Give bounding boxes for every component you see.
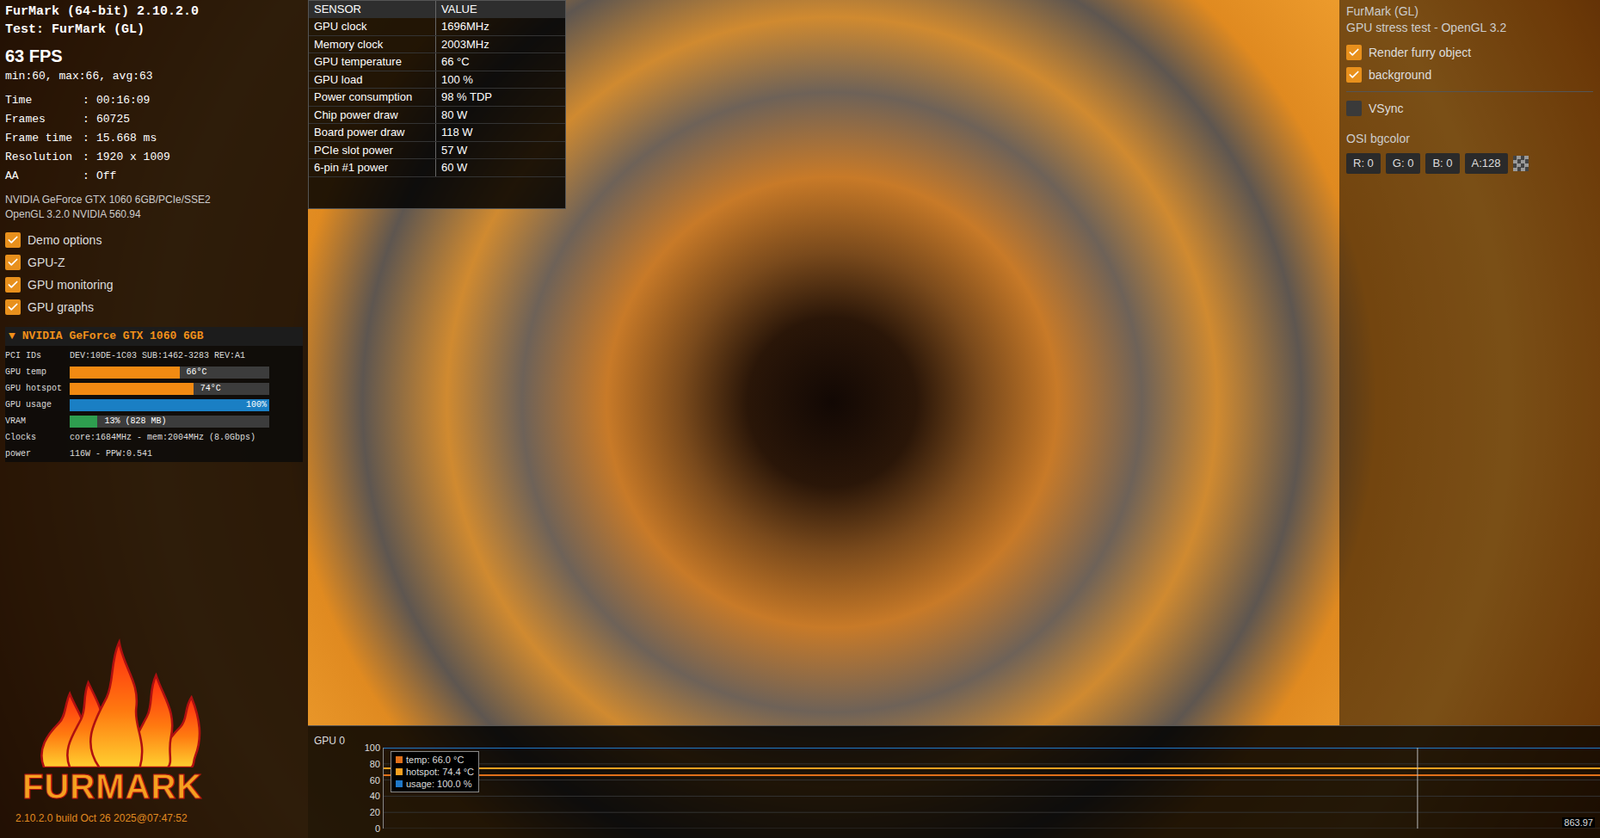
- checkbox[interactable]: [1346, 100, 1362, 117]
- check-icon: [6, 278, 19, 291]
- gpu-stat-bar: 100%: [69, 399, 270, 412]
- build-info: 2.10.2.0 build Oct 26 2025@07:47:52: [5, 810, 303, 838]
- x-reading: 863.97: [1562, 817, 1595, 828]
- checkbox[interactable]: [1346, 44, 1362, 61]
- gpu-stat-row: GPU temp66°C: [5, 363, 303, 381]
- gpu-stat-row: PCI IDsDEV:10DE-1C03 SUB:1462-3283 REV:A…: [5, 347, 303, 364]
- check-icon: [1347, 68, 1360, 81]
- color-field[interactable]: B: 0: [1425, 153, 1459, 174]
- legend-swatch: [395, 756, 403, 764]
- bgcolor-fields: R: 0G: 0B: 0A:128: [1346, 153, 1594, 174]
- option-checkbox-row[interactable]: GPU graphs: [5, 295, 303, 319]
- gpu-stat-bar: 13% (828 MB): [69, 415, 270, 428]
- color-field[interactable]: R: 0: [1346, 153, 1381, 174]
- gpu-stat-row: power116W - PPW:0.541: [5, 445, 303, 462]
- test-name: Test: FurMark (GL): [5, 20, 303, 40]
- legend-item: usage: 100.0 %: [395, 777, 474, 790]
- bar-fill: [69, 415, 98, 428]
- color-field[interactable]: G: 0: [1385, 153, 1422, 174]
- sensor-row: GPU load100 %: [308, 71, 566, 90]
- gpu-stat-row: GPU hotspot74°C: [5, 380, 303, 397]
- right-panel: FurMark (GL)GPU stress test - OpenGL 3.2…: [1339, 0, 1600, 726]
- panel-subtitle: GPU stress test - OpenGL 3.2: [1346, 19, 1594, 37]
- graph-title: GPU 0: [307, 726, 362, 838]
- collapse-icon[interactable]: ▼: [8, 327, 16, 345]
- gpu-stat-row: VRAM13% (828 MB): [5, 412, 303, 430]
- series-lines: [383, 747, 1600, 829]
- app-title: FurMark (64-bit) 2.10.2.0: [5, 3, 303, 21]
- option-checkbox-row[interactable]: Demo options: [5, 228, 303, 252]
- bgcolor-label: OSI bgcolor: [1346, 129, 1594, 148]
- check-icon: [1347, 46, 1360, 59]
- option-checkbox-row[interactable]: GPU-Z: [5, 251, 303, 274]
- check-icon: [6, 233, 19, 247]
- sensor-row: Board power draw118 W: [308, 123, 566, 142]
- sensor-row: GPU clock1696MHz: [308, 18, 566, 37]
- legend-item: temp: 66.0 °C: [395, 753, 474, 766]
- gpu-stat-row: GPU usage100%: [5, 396, 303, 413]
- sensor-table: SENSORVALUEGPU clock1696MHzMemory clock2…: [307, 0, 567, 210]
- color-swatch[interactable]: [1513, 155, 1529, 172]
- sensor-table-header: SENSORVALUE: [308, 0, 566, 19]
- sensor-row: Chip power draw80 W: [308, 106, 566, 125]
- checkbox[interactable]: [1346, 67, 1362, 83]
- gpu-panel: ▼NVIDIA GeForce GTX 1060 6GBPCI IDsDEV:1…: [5, 326, 303, 462]
- checkbox[interactable]: [5, 254, 21, 271]
- bar-fill: [69, 399, 270, 412]
- opengl-version: OpenGL 3.2.0 NVIDIA 560.94: [5, 207, 303, 222]
- bar-fill: [69, 366, 180, 379]
- option-checkbox-row[interactable]: VSync: [1346, 97, 1594, 120]
- info-row: AA:Off: [5, 166, 303, 186]
- checkbox[interactable]: [5, 276, 21, 293]
- info-row: Frame time:15.668 ms: [5, 129, 303, 148]
- info-row: Time:00:16:09: [5, 91, 303, 111]
- left-panel: FurMark (64-bit) 2.10.2.0Test: FurMark (…: [0, 0, 308, 838]
- graph-legend: temp: 66.0 °Chotspot: 74.4 °Cusage: 100.…: [390, 750, 480, 793]
- legend-swatch: [395, 768, 403, 776]
- render-view: [566, 0, 1340, 726]
- gpu-name: NVIDIA GeForce GTX 1060 6GB/PCIe/SSE2: [5, 192, 303, 208]
- check-icon: [6, 301, 19, 314]
- fps: 63 FPS: [5, 44, 303, 68]
- info-list: Time:00:16:09Frames:60725Frame time:15.6…: [5, 91, 303, 186]
- gpu-stat-bar: 74°C: [69, 382, 270, 395]
- checkbox[interactable]: [5, 232, 21, 248]
- legend-item: hotspot: 74.4 °C: [395, 765, 474, 778]
- check-icon: [6, 256, 19, 269]
- info-row: Frames:60725: [5, 110, 303, 130]
- legend-swatch: [395, 780, 403, 788]
- sensor-row: Memory clock2003MHz: [308, 36, 566, 55]
- panel-title: FurMark (GL): [1346, 3, 1594, 20]
- y-axis: 100806040200: [361, 726, 381, 838]
- plot-area: temp: 66.0 °Chotspot: 74.4 °Cusage: 100.…: [382, 747, 1600, 829]
- fps-stats: min:60, max:66, avg:63: [5, 67, 303, 87]
- checkbox[interactable]: [5, 299, 21, 315]
- sensor-row: PCIe slot power57 W: [308, 141, 566, 160]
- info-row: Resolution:1920 x 1009: [5, 147, 303, 167]
- option-checkbox-row[interactable]: GPU monitoring: [5, 273, 303, 296]
- option-checkbox-row[interactable]: Render furry object: [1346, 41, 1594, 64]
- divider: [1346, 91, 1594, 93]
- option-checkbox-row[interactable]: background: [1346, 63, 1594, 87]
- furmark-window: FurMark (64-bit) 2.10.2.0Test: FurMark (…: [0, 0, 1600, 838]
- gpu-stat-bar: 66°C: [69, 366, 270, 379]
- furmark-logo: FURMARK: [5, 638, 303, 806]
- sensor-row: GPU temperature66 °C: [308, 53, 566, 72]
- flame-logo-icon: [22, 638, 217, 768]
- gpu-graph: GPU 0100806040200 temp: 66.0 °Chotspot: 7…: [307, 725, 1600, 838]
- bar-fill: [69, 382, 194, 395]
- sensor-row: 6-pin #1 power60 W: [308, 159, 566, 178]
- sensor-row: Power consumption98 % TDP: [308, 88, 566, 107]
- option-list: Demo optionsGPU-ZGPU monitoringGPU graph…: [5, 228, 303, 319]
- color-field[interactable]: A:128: [1464, 153, 1508, 174]
- gpu-stat-row: Clockscore:1684MHz - mem:2004MHz (8.0Gbp…: [5, 429, 303, 446]
- gpu-panel-header[interactable]: ▼NVIDIA GeForce GTX 1060 6GB: [5, 326, 303, 346]
